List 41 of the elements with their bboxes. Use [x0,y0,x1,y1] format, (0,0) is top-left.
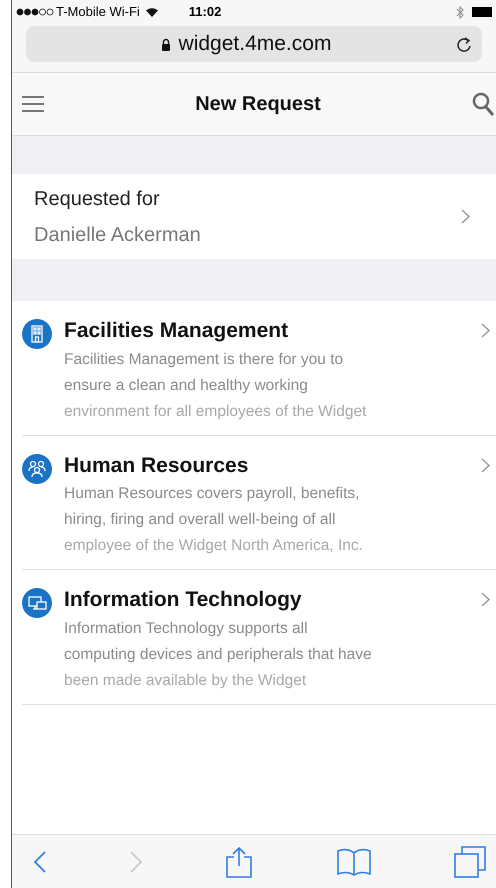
requested-for-label: Requested for [34,186,161,212]
reload-icon[interactable] [456,35,472,53]
service-item[interactable]: Human Resources Human Resources covers payroll, benefits, hiring, firing and overall well-being of all employee of the Widget North America, Inc. [22,436,496,570]
tabs-icon[interactable] [454,846,486,878]
chevron-right-icon [461,209,470,224]
url-text: widget.4me.com [178,31,332,58]
address-bar[interactable]: widget.4me.com [26,26,482,62]
clock-time: 11:02 [188,3,222,22]
requested-for-value: Danielle Ackerman [34,222,202,248]
building-icon [22,319,52,349]
chevron-right-icon [481,592,490,608]
service-description: environment for all employees of the Widget [64,402,368,422]
service-description: been made available by the Widget [64,670,308,690]
carrier-name: T-Mobile Wi-Fi [56,3,140,22]
bluetooth-icon [456,6,464,18]
service-title: Facilities Management [64,318,288,344]
search-icon[interactable] [472,92,494,116]
service-title: Human Resources [64,452,248,478]
chevron-right-icon [481,323,490,338]
service-description: computing devices and peripherals that have [64,644,373,664]
service-title: Information Technology [64,587,302,613]
service-description: employee of the Widget North America, Inc. [64,536,364,556]
service-item[interactable]: Information Technology Information Technology supports all computing devices and peripherals that have been made available by the Widget [22,570,496,704]
service-description: Facilities Management is there for you to [64,350,344,370]
lock-icon [160,38,171,50]
signal-icon [16,8,54,16]
battery-icon [472,7,492,17]
wifi-icon [144,6,159,18]
book-icon[interactable] [336,848,370,876]
computer-icon [22,588,52,618]
people-icon [22,454,52,484]
chevron-right-icon [481,458,490,473]
back-icon[interactable] [34,850,46,872]
share-icon[interactable] [225,846,253,878]
menu-icon[interactable] [22,94,44,114]
service-description: Human Resources covers payroll, benefits, [64,484,360,504]
page-title: New Request [194,92,322,117]
service-description: ensure a clean and healthy working [64,376,309,396]
service-item[interactable]: Facilities Management Facilities Management is there for you to ensure a clean and healthy working environment for all employees of the Widget [22,301,496,436]
service-description: Information Technology supports all [64,618,309,638]
service-description: hiring, firing and overall well-being of all [64,510,336,530]
